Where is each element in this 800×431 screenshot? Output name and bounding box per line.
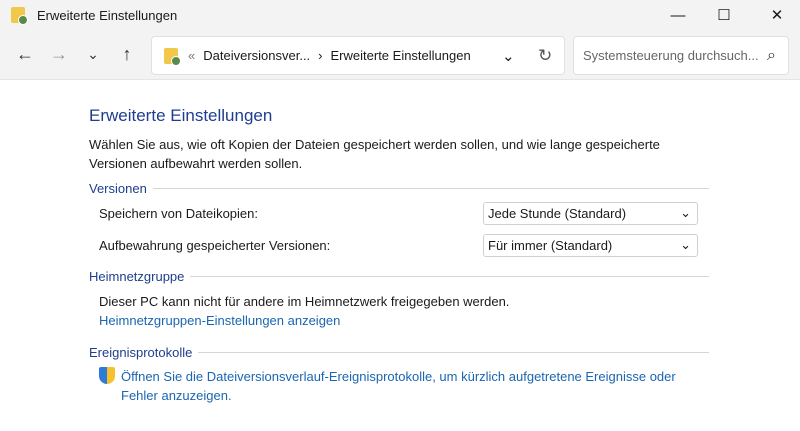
back-button[interactable]: ← — [8, 44, 42, 65]
refresh-button[interactable]: ↻ — [538, 46, 552, 66]
breadcrumb-advanced-settings[interactable]: Erweiterte Einstellungen — [331, 48, 471, 63]
section-heading: Ereignisprotokolle — [89, 344, 193, 360]
section-heading: Heimnetzgruppe — [89, 268, 185, 284]
retention-row: Aufbewahrung gespeicherter Versionen: Fü… — [89, 229, 709, 261]
chevron-down-icon: ⌄ — [680, 237, 691, 252]
folder-icon — [164, 47, 181, 66]
search-icon[interactable]: ⌕ — [767, 47, 776, 65]
homegroup-settings-link[interactable]: Heimnetzgruppen-Einstellungen anzeigen — [99, 313, 340, 328]
page-description: Wählen Sie aus, wie oft Kopien der Datei… — [89, 137, 660, 171]
title-bar: Erweiterte Einstellungen — ☐ ✕ — [0, 0, 800, 30]
page-title: Erweiterte Einstellungen — [89, 106, 273, 125]
event-logs-link[interactable]: Öffnen Sie die Dateiversionsverlauf-Erei… — [121, 367, 701, 405]
folder-icon — [11, 7, 28, 25]
homegroup-text: Dieser PC kann nicht für andere im Heimn… — [99, 294, 510, 309]
window-title: Erweiterte Einstellungen — [37, 7, 178, 23]
retention-label: Aufbewahrung gespeicherter Versionen: — [99, 237, 331, 253]
save-frequency-select[interactable]: Jede Stunde (Standard) ⌄ — [483, 201, 698, 225]
maximize-button[interactable]: ☐ — [701, 0, 747, 30]
search-placeholder: Systemsteuerung durchsuch... — [583, 48, 759, 63]
section-heading: Versionen — [89, 180, 147, 196]
chevron-down-icon: ⌄ — [680, 205, 691, 220]
up-button[interactable]: ↑ — [110, 44, 144, 65]
navigation-bar: ← → ⌄ ↑ « Dateiversionsver... › Erweiter… — [0, 30, 800, 80]
retention-select[interactable]: Für immer (Standard) ⌄ — [483, 233, 698, 257]
forward-button[interactable]: → — [42, 44, 76, 65]
address-bar[interactable]: « Dateiversionsver... › Erweiterte Einst… — [151, 36, 565, 75]
main-content: Erweiterte Einstellungen Wählen Sie aus,… — [89, 106, 709, 405]
breadcrumb-overflow[interactable]: « — [188, 48, 195, 63]
address-dropdown-button[interactable]: ⌄ — [502, 47, 515, 65]
close-button[interactable]: ✕ — [754, 0, 800, 30]
section-homegroup: Heimnetzgruppe — [89, 267, 709, 285]
breadcrumb-file-history[interactable]: Dateiversionsver... — [203, 48, 310, 63]
select-value: Jede Stunde (Standard) — [488, 205, 627, 221]
section-events: Ereignisprotokolle — [89, 343, 709, 361]
chevron-right-icon: › — [318, 48, 323, 63]
shield-icon — [99, 367, 115, 384]
save-frequency-label: Speichern von Dateikopien: — [99, 205, 258, 221]
search-input[interactable]: Systemsteuerung durchsuch... ⌕ — [573, 36, 789, 75]
section-versions: Versionen — [89, 179, 709, 197]
recent-locations-button[interactable]: ⌄ — [76, 46, 110, 63]
minimize-button[interactable]: — — [655, 0, 701, 30]
save-frequency-row: Speichern von Dateikopien: Jede Stunde (… — [89, 197, 709, 229]
select-value: Für immer (Standard) — [488, 237, 613, 253]
